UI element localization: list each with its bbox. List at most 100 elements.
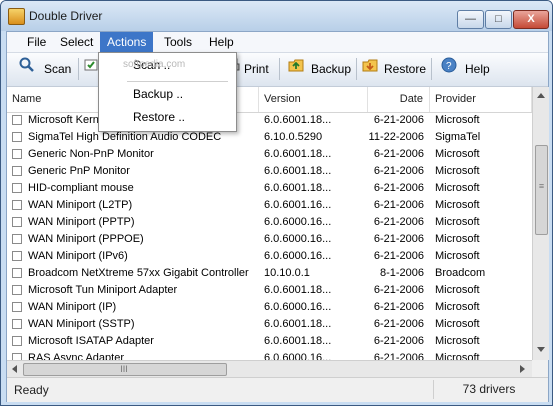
horizontal-scroll-thumb[interactable]: III: [23, 363, 227, 376]
driver-version: 6.0.6001.18...: [264, 318, 332, 330]
driver-provider: Microsoft: [435, 165, 480, 177]
row-checkbox[interactable]: [12, 115, 22, 125]
driver-provider: Microsoft: [435, 335, 480, 347]
vertical-scroll-thumb[interactable]: ≡: [535, 145, 548, 235]
title-bar[interactable]: Double Driver — □ X: [1, 1, 552, 31]
driver-date: 6-21-2006: [373, 199, 424, 211]
row-checkbox[interactable]: [12, 234, 22, 244]
close-button[interactable]: X: [513, 10, 549, 29]
minimize-button[interactable]: —: [457, 10, 484, 29]
driver-name: RAS Async Adapter: [28, 352, 124, 360]
select-icon[interactable]: [83, 57, 99, 73]
driver-date: 6-21-2006: [373, 182, 424, 194]
table-row[interactable]: WAN Miniport (IPv6) 6.0.6000.16... 6-21-…: [7, 248, 532, 265]
vertical-scrollbar[interactable]: ≡: [532, 87, 549, 360]
scroll-left-icon[interactable]: [12, 365, 17, 373]
table-row[interactable]: SigmaTel High Definition Audio CODEC 6.1…: [7, 129, 532, 146]
status-text: Ready: [14, 383, 49, 397]
column-date[interactable]: Date: [368, 87, 430, 112]
menu-tools[interactable]: Tools: [157, 32, 199, 52]
row-checkbox[interactable]: [12, 336, 22, 346]
table-row[interactable]: HID-compliant mouse 6.0.6001.18... 6-21-…: [7, 180, 532, 197]
toolbar-separator: [78, 58, 79, 80]
table-row[interactable]: WAN Miniport (SSTP) 6.0.6001.18... 6-21-…: [7, 316, 532, 333]
menu-item-backup[interactable]: Backup ..: [133, 85, 228, 103]
row-checkbox[interactable]: [12, 132, 22, 142]
table-row[interactable]: Microsoft ISATAP Adapter 6.0.6001.18... …: [7, 333, 532, 350]
driver-provider: Microsoft: [435, 233, 480, 245]
status-bar: Ready 73 drivers: [7, 377, 548, 402]
driver-name: Generic Non-PnP Monitor: [28, 148, 154, 160]
scan-button[interactable]: Scan: [44, 57, 71, 81]
driver-provider: Microsoft: [435, 284, 480, 296]
driver-name: Microsoft Tun Miniport Adapter: [28, 284, 178, 296]
menu-actions[interactable]: Actions: [100, 32, 154, 52]
driver-version: 6.0.6000.16...: [264, 250, 332, 262]
driver-version: 6.0.6001.18...: [264, 165, 332, 177]
restore-button[interactable]: Restore: [384, 57, 426, 81]
driver-provider: Microsoft: [435, 148, 480, 160]
row-checkbox[interactable]: [12, 166, 22, 176]
table-row[interactable]: WAN Miniport (PPPOE) 6.0.6000.16... 6-21…: [7, 231, 532, 248]
scroll-right-icon[interactable]: [520, 365, 525, 373]
menu-select[interactable]: Select: [53, 32, 100, 52]
table-row[interactable]: Generic Non-PnP Monitor 6.0.6001.18... 6…: [7, 146, 532, 163]
row-checkbox[interactable]: [12, 285, 22, 295]
driver-name: WAN Miniport (IP): [28, 301, 117, 313]
help-icon[interactable]: ?: [441, 57, 457, 73]
row-checkbox[interactable]: [12, 149, 22, 159]
driver-name: WAN Miniport (PPPOE): [28, 233, 144, 245]
driver-version: 6.0.6001.18...: [264, 148, 332, 160]
column-provider[interactable]: Provider: [430, 87, 532, 112]
driver-provider: Microsoft: [435, 318, 480, 330]
column-version[interactable]: Version: [259, 87, 368, 112]
driver-provider: Microsoft: [435, 114, 480, 126]
row-checkbox[interactable]: [12, 217, 22, 227]
table-row[interactable]: Generic PnP Monitor 6.0.6001.18... 6-21-…: [7, 163, 532, 180]
driver-date: 6-21-2006: [373, 233, 424, 245]
table-row[interactable]: WAN Miniport (PPTP) 6.0.6000.16... 6-21-…: [7, 214, 532, 231]
table-header: Name Version Date Provider: [7, 87, 532, 113]
driver-date: 6-21-2006: [373, 114, 424, 126]
row-checkbox[interactable]: [12, 268, 22, 278]
row-checkbox[interactable]: [12, 319, 22, 329]
driver-date: 6-21-2006: [373, 284, 424, 296]
table-row[interactable]: Microsoft Tun Miniport Adapter 6.0.6001.…: [7, 282, 532, 299]
driver-version: 6.0.6000.16...: [264, 216, 332, 228]
table-row[interactable]: WAN Miniport (IP) 6.0.6000.16... 6-21-20…: [7, 299, 532, 316]
help-button[interactable]: Help: [465, 57, 490, 81]
menu-help[interactable]: Help: [202, 32, 241, 52]
table-row[interactable]: Broadcom NetXtreme 57xx Gigabit Controll…: [7, 265, 532, 282]
scroll-up-icon[interactable]: [537, 93, 545, 98]
table-row[interactable]: WAN Miniport (L2TP) 6.0.6001.16... 6-21-…: [7, 197, 532, 214]
restore-icon[interactable]: [362, 57, 378, 73]
row-checkbox[interactable]: [12, 302, 22, 312]
driver-version: 6.0.6001.18...: [264, 182, 332, 194]
menu-file[interactable]: File: [20, 32, 53, 52]
row-checkbox[interactable]: [12, 183, 22, 193]
scroll-grip-icon: III: [120, 364, 128, 374]
row-checkbox[interactable]: [12, 200, 22, 210]
row-checkbox[interactable]: [12, 353, 22, 360]
print-button[interactable]: Print: [244, 57, 269, 81]
driver-version: 6.0.6001.18...: [264, 114, 332, 126]
driver-name: WAN Miniport (SSTP): [28, 318, 135, 330]
scroll-down-icon[interactable]: [537, 347, 545, 352]
backup-icon[interactable]: [288, 57, 304, 73]
backup-button[interactable]: Backup: [311, 57, 351, 81]
driver-date: 11-22-2006: [368, 131, 424, 143]
driver-provider: SigmaTel: [435, 131, 481, 143]
horizontal-scrollbar[interactable]: III: [7, 360, 532, 377]
driver-name: HID-compliant mouse: [28, 182, 134, 194]
table-row[interactable]: Microsoft Kernel 6.0.6001.18... 6-21-200…: [7, 112, 532, 129]
table-row[interactable]: RAS Async Adapter 6.0.6000.16... 6-21-20…: [7, 350, 532, 360]
scan-icon[interactable]: [19, 57, 35, 73]
row-checkbox[interactable]: [12, 251, 22, 261]
driver-provider: Microsoft: [435, 182, 480, 194]
app-icon: [8, 8, 25, 25]
driver-name: WAN Miniport (L2TP): [28, 199, 133, 211]
driver-version: 6.0.6001.16...: [264, 199, 332, 211]
driver-date: 6-21-2006: [373, 165, 424, 177]
menu-item-restore[interactable]: Restore ..: [133, 108, 228, 126]
maximize-button[interactable]: □: [485, 10, 512, 29]
